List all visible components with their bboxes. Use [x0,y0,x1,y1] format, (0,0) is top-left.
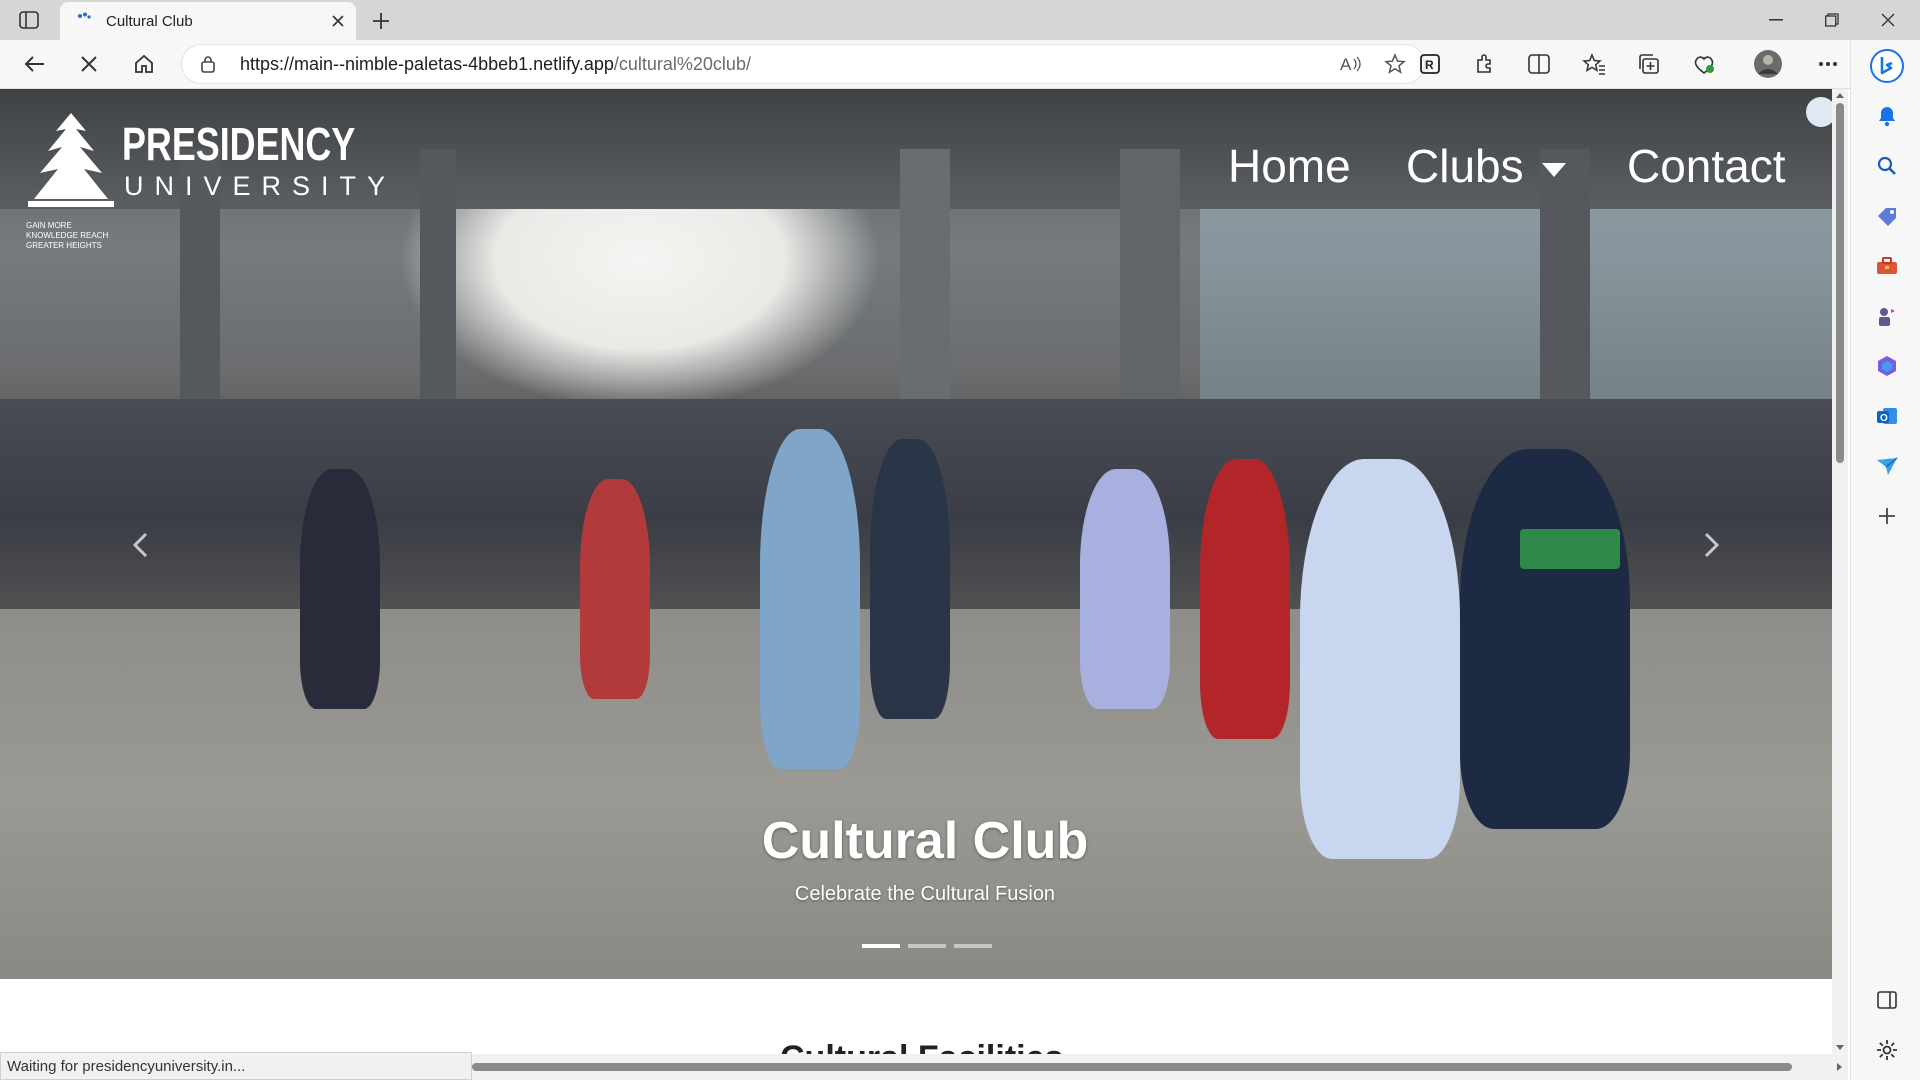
url-text[interactable]: https://main--nimble-paletas-4bbeb1.netl… [240,54,751,75]
tab-actions-menu-icon[interactable] [14,8,44,32]
hide-sidebar-icon[interactable] [1873,986,1901,1014]
dropdown-caret-icon [1541,162,1566,177]
nav-home-link[interactable]: Home [1228,139,1351,193]
lock-icon[interactable] [200,55,216,73]
collections-icon[interactable] [1633,48,1665,80]
url-host: https://main--nimble-paletas-4bbeb1.netl… [240,54,614,74]
browser-tab[interactable]: Cultural Club [60,2,356,40]
split-screen-icon[interactable] [1523,48,1555,80]
horizontal-scroll-thumb[interactable] [472,1063,1792,1071]
outlook-icon[interactable]: O [1873,402,1901,430]
carousel-indicators [862,944,992,948]
nav-clubs-label: Clubs [1406,140,1524,192]
vertical-scroll-thumb[interactable] [1836,103,1844,463]
add-sidebar-app-icon[interactable] [1873,502,1901,530]
drop-send-icon[interactable] [1873,452,1901,480]
shopping-tag-icon[interactable] [1873,202,1901,230]
browser-essentials-icon[interactable] [1688,48,1720,80]
tools-toolbox-icon[interactable] [1873,252,1901,280]
url-path: /cultural%20club/ [613,54,751,74]
svg-text:R: R [1425,58,1434,72]
sidebar-settings-gear-icon[interactable] [1873,1036,1901,1064]
nav-clubs-dropdown[interactable]: Clubs [1406,139,1566,193]
more-options-icon[interactable] [1812,48,1844,80]
presidency-university-logo[interactable]: PRESIDENCY UNIVERSITY GAIN MORE KNOWLEDG… [26,111,385,250]
extensions-icon[interactable] [1469,48,1501,80]
back-icon[interactable] [18,48,50,80]
hero-carousel: PRESIDENCY UNIVERSITY GAIN MORE KNOWLEDG… [0,89,1832,979]
notifications-bell-icon[interactable] [1873,102,1901,130]
profile-avatar[interactable] [1752,48,1784,80]
microsoft-365-icon[interactable] [1873,352,1901,380]
new-tab-icon[interactable] [368,8,394,34]
stop-loading-icon[interactable] [73,48,105,80]
edge-sidebar: O [1850,40,1920,1080]
vertical-scrollbar[interactable] [1832,89,1848,1054]
hero-subtitle: Celebrate the Cultural Fusion [794,883,1056,905]
close-window-icon[interactable] [1860,0,1916,40]
bing-copilot-icon[interactable] [1869,48,1905,84]
svg-text:O: O [1880,413,1888,424]
carousel-next-icon[interactable] [1697,525,1727,565]
status-bar-text: Waiting for presidencyuniversity.in... [0,1052,472,1080]
read-aloud-icon[interactable]: A [1338,51,1364,77]
nav-contact-link[interactable]: Contact [1627,139,1786,193]
loading-spinner-icon [78,12,91,19]
page-viewport: PRESIDENCY UNIVERSITY GAIN MORE KNOWLEDG… [0,89,1832,1080]
logo-subtitle: UNIVERSITY [124,171,397,201]
search-icon[interactable] [1873,152,1901,180]
tab-close-icon[interactable] [328,11,348,31]
logo-tagline: GAIN MORE KNOWLEDGE REACH GREATER HEIGHT… [26,221,109,250]
svg-text:A: A [1340,55,1352,74]
restore-icon[interactable] [1804,0,1860,40]
carousel-indicator-1[interactable] [862,944,900,948]
carousel-indicator-2[interactable] [908,944,946,948]
reader-mode-icon[interactable]: R [1414,48,1446,80]
hero-title: Cultural Club [761,812,1089,870]
games-icon[interactable] [1873,302,1901,330]
address-bar[interactable]: https://main--nimble-paletas-4bbeb1.netl… [182,45,1424,83]
browser-titlebar: Cultural Club [0,0,1920,40]
favorite-star-icon[interactable] [1382,51,1408,77]
university-emblem-icon [28,113,114,207]
browser-toolbar: https://main--nimble-paletas-4bbeb1.netl… [0,40,1920,89]
carousel-indicator-3[interactable] [954,944,992,948]
favorites-icon[interactable] [1578,48,1610,80]
carousel-prev-icon[interactable] [125,525,155,565]
minimize-icon[interactable] [1748,0,1804,40]
logo-name: PRESIDENCY [122,118,356,170]
home-icon[interactable] [128,48,160,80]
tab-title: Cultural Club [106,12,193,30]
